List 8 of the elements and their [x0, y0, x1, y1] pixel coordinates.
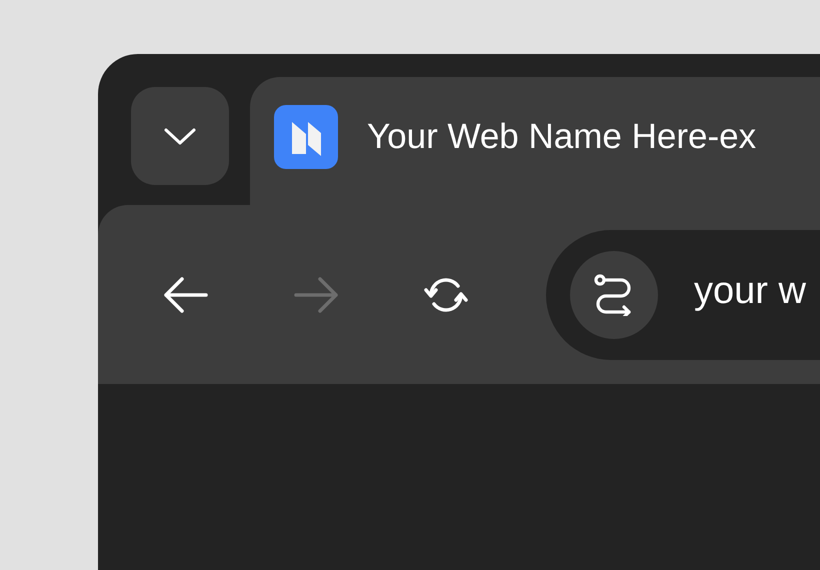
arrow-left-icon [162, 274, 210, 314]
chevron-down-icon [163, 126, 197, 146]
address-bar[interactable]: your w [546, 230, 820, 360]
tab-title: Your Web Name Here-ex [367, 117, 756, 157]
browser-tab[interactable]: Your Web Name Here-ex [250, 77, 820, 205]
arrow-right-icon [292, 274, 340, 314]
url-text: your w [694, 270, 806, 314]
site-logo-icon [274, 105, 338, 169]
